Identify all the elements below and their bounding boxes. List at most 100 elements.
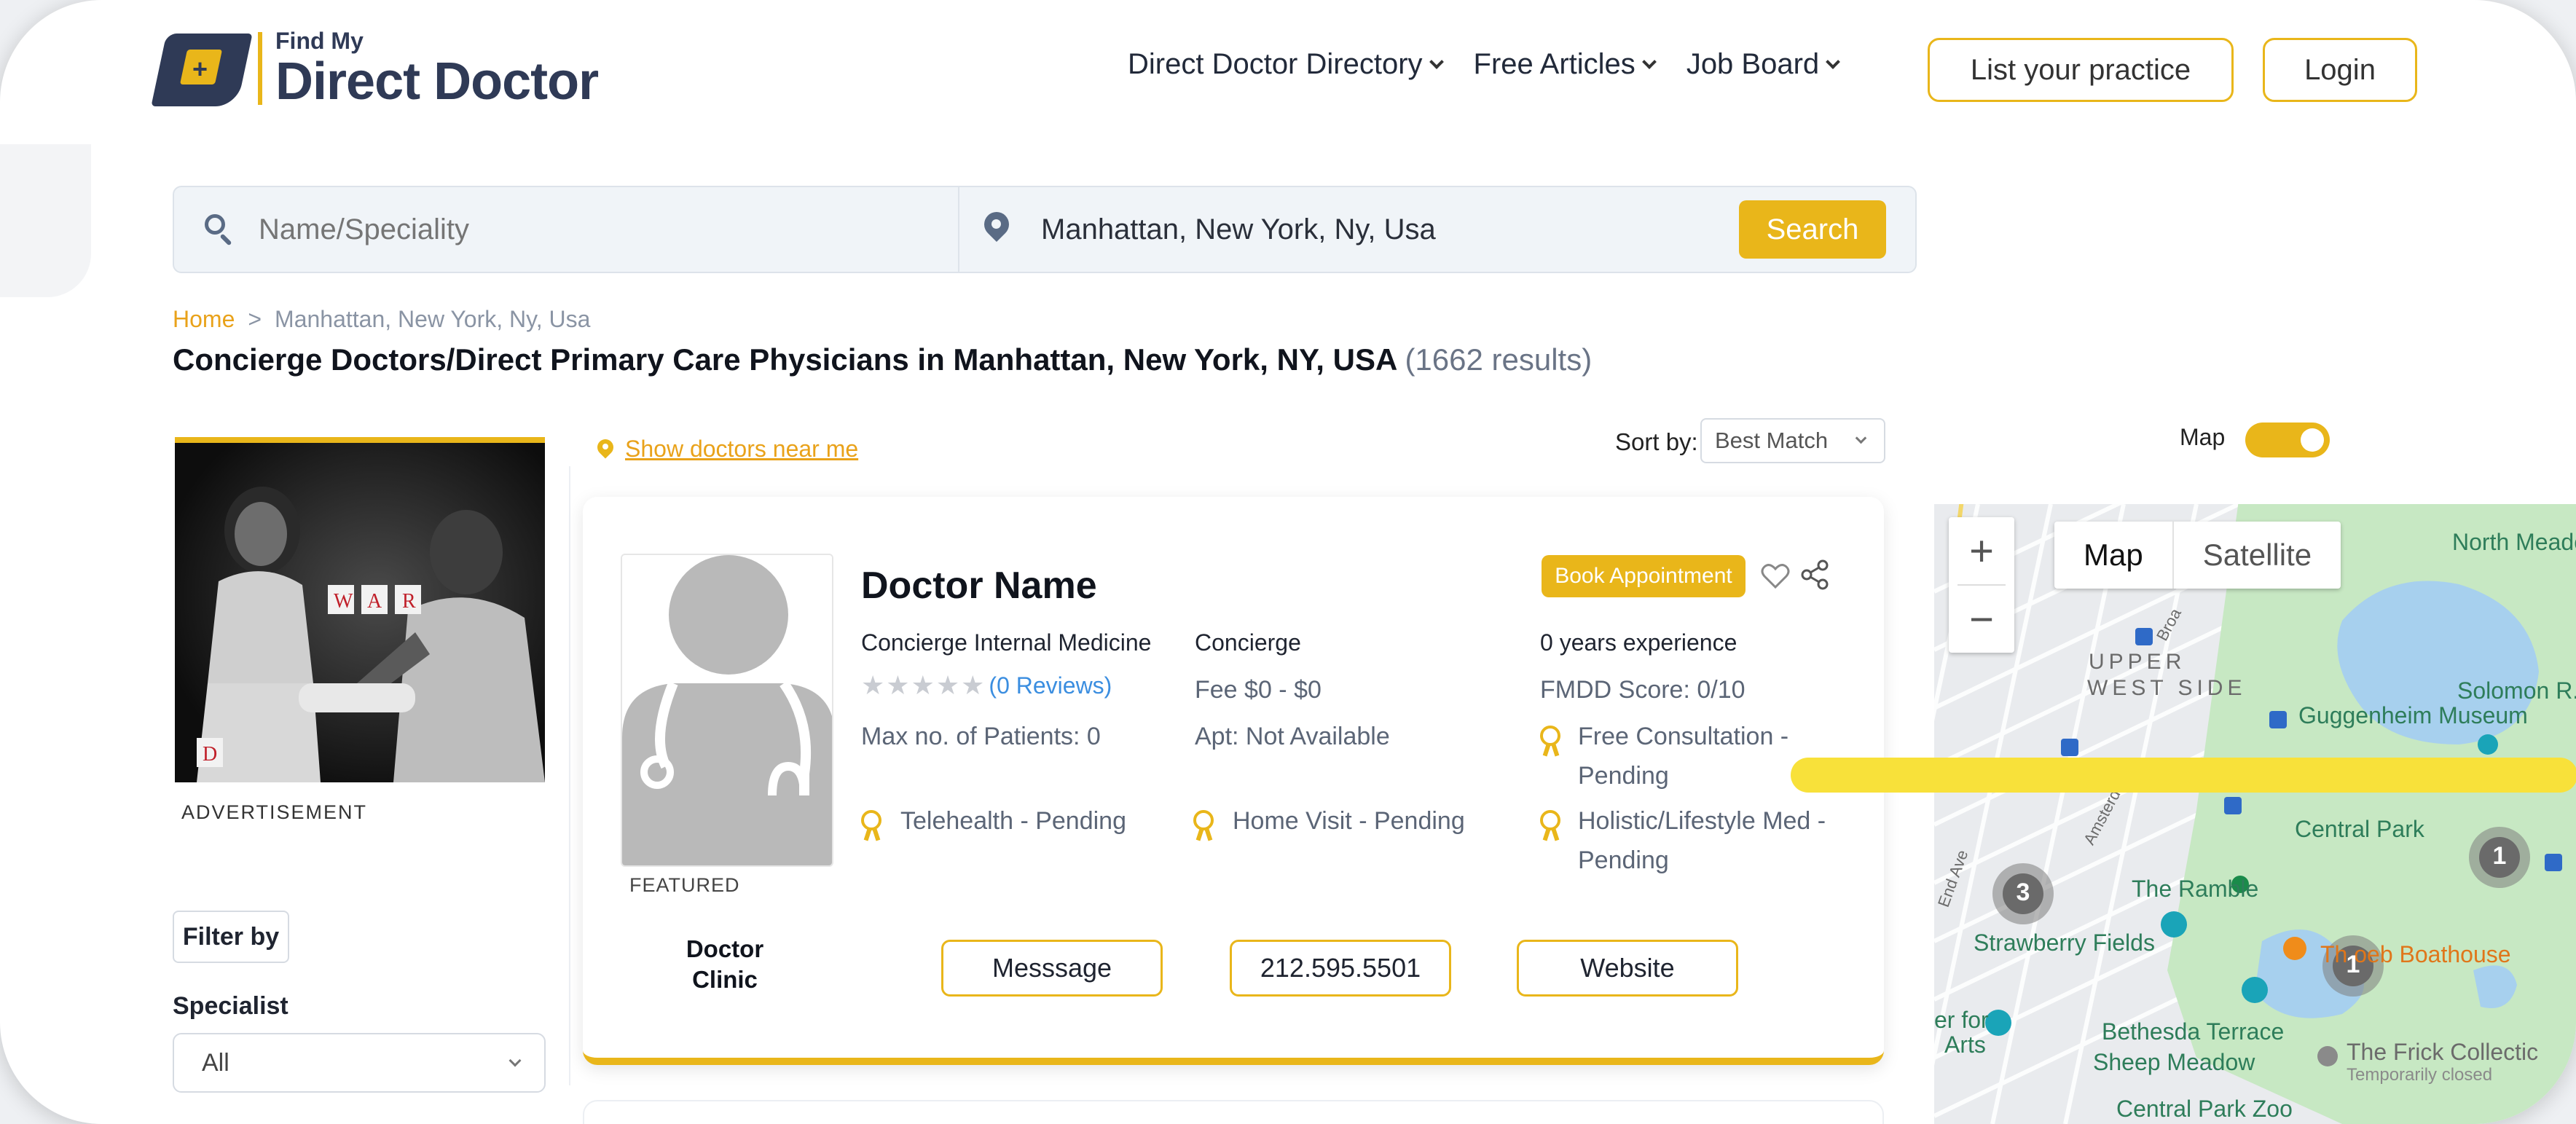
highlight-annotation [1791, 758, 2576, 793]
breadcrumb-home-link[interactable]: Home [173, 306, 235, 333]
sort-value: Best Match [1715, 428, 1829, 453]
doctor-name[interactable]: Doctor Name [861, 564, 1097, 608]
holistic-status: Holistic/Lifestyle Med - [1578, 807, 1826, 835]
reviews-link[interactable]: (0 Reviews) [989, 672, 1112, 699]
map-zoom-controls: + − [1949, 517, 2014, 653]
logo-mark-icon: + [151, 28, 253, 108]
svg-text:D: D [203, 743, 217, 766]
practice-type: Concierge [1195, 629, 1301, 656]
filter-by-heading: Filter by [173, 911, 289, 963]
zoom-in-button[interactable]: + [1949, 517, 2014, 584]
map-label-upper: UPPER [2089, 650, 2186, 674]
home-visit-status: Home Visit - Pending [1233, 807, 1465, 835]
star-icon: ★ [935, 670, 960, 700]
heart-icon[interactable] [1759, 559, 1792, 593]
star-icon: ★ [886, 670, 910, 700]
next-doctor-card [583, 1100, 1884, 1124]
specialist-select[interactable]: All [173, 1033, 546, 1093]
logo-small-text: Find My [275, 28, 364, 54]
award-icon [1192, 809, 1217, 842]
svg-text:W: W [334, 590, 353, 613]
clinic-line-2: Clinic [692, 966, 758, 993]
breadcrumb-current: Manhattan, New York, Ny, Usa [275, 306, 591, 332]
map-toggle-label: Map [2180, 424, 2226, 450]
sort-label: Sort by: [1615, 428, 1698, 455]
book-appointment-button[interactable]: Book Appointment [1542, 555, 1746, 597]
telehealth-status: Telehealth - Pending [900, 807, 1127, 835]
chevron-down-icon [508, 1054, 522, 1067]
background-panel [0, 144, 91, 297]
chevron-down-icon [1855, 432, 1867, 444]
location-pin-icon [594, 435, 617, 461]
nav-item-label: Job Board [1686, 48, 1820, 80]
results-count: (1662 results) [1405, 342, 1593, 377]
name-search-group [174, 187, 959, 272]
location-input[interactable] [1041, 213, 1697, 246]
zoom-out-button[interactable]: − [1949, 586, 2014, 653]
star-icon: ★ [961, 670, 985, 700]
main-nav: Direct Doctor Directory Free Articles Jo… [1128, 48, 1841, 81]
doctor-clinic-label: Doctor Clinic [663, 934, 787, 995]
appointment-availability: Apt: Not Available [1195, 723, 1390, 750]
search-button[interactable]: Search [1739, 200, 1886, 259]
map-label-central-park: Central Park [2295, 816, 2424, 842]
nav-item-label: Free Articles [1473, 48, 1635, 80]
map-label-ramble: The Ramble [2132, 876, 2259, 902]
award-icon [860, 809, 884, 842]
doctor-avatar-placeholder [621, 554, 833, 867]
fee-range: Fee $0 - $0 [1195, 676, 1322, 704]
website-button[interactable]: Website [1517, 940, 1738, 997]
map-label-bethesda: Bethesda Terrace [2102, 1018, 2285, 1045]
list-practice-button[interactable]: List your practice [1928, 38, 2234, 102]
doctor-card: FEATURED Doctor Name Book Appointment Co… [583, 497, 1884, 1065]
nav-item-articles[interactable]: Free Articles [1473, 48, 1657, 81]
nav-item-directory[interactable]: Direct Doctor Directory [1128, 48, 1444, 81]
login-button[interactable]: Login [2263, 38, 2417, 102]
column-divider [569, 466, 570, 1085]
specialist-label: Specialist [173, 992, 288, 1020]
cluster-count[interactable]: 1 [2490, 842, 2509, 870]
message-button[interactable]: Messsage [941, 940, 1163, 997]
logo-text: Find My Direct Doctor [275, 28, 599, 109]
nav-item-jobs[interactable]: Job Board [1686, 48, 1841, 81]
map-view[interactable]: + − Map Satellite North Meadov UPPER WES… [1934, 504, 2576, 1124]
clinic-line-1: Doctor [686, 935, 764, 962]
featured-badge: FEATURED [629, 874, 740, 896]
name-speciality-input[interactable] [259, 213, 914, 246]
page-title-text: Concierge Doctors/Direct Primary Care Ph… [173, 342, 1397, 377]
browser-frame: + Find My Direct Doctor Direct Doctor Di… [0, 0, 2576, 1124]
breadcrumb-separator: > [248, 306, 262, 332]
chevron-down-icon [1429, 54, 1444, 69]
location-pin-icon [978, 206, 1015, 248]
chevron-down-icon [1641, 54, 1657, 69]
map-type-satellite-button[interactable]: Satellite [2174, 522, 2341, 589]
doctor-placeholder-icon [622, 555, 832, 865]
chevron-down-icon [1826, 54, 1841, 69]
location-search-group: Search [959, 187, 1915, 272]
sort-select[interactable]: Best Match [1700, 418, 1885, 463]
near-me-label: Show doctors near me [625, 436, 859, 462]
site-logo[interactable]: + Find My Direct Doctor [151, 28, 599, 109]
advertisement-photo: W A R D [175, 443, 545, 782]
map-label-temporarily-closed: Temporarily closed [2347, 1065, 2493, 1085]
free-consultation-status: Free Consultation - [1578, 723, 1789, 750]
map-label-west-side: WEST SIDE [2087, 676, 2247, 700]
toggle-knob [2301, 428, 2324, 452]
svg-text:R: R [402, 590, 416, 613]
map-type-map-button[interactable]: Map [2054, 522, 2172, 589]
star-icon: ★ [911, 670, 935, 700]
phone-button[interactable]: 212.595.5501 [1230, 940, 1451, 997]
share-icon[interactable] [1798, 558, 1831, 592]
page-title: Concierge Doctors/Direct Primary Care Ph… [173, 342, 1592, 377]
holistic-status-2: Pending [1578, 846, 1669, 874]
search-icon [202, 211, 238, 248]
map-label-frick: The Frick Collectic [2347, 1039, 2539, 1065]
show-doctors-near-me-link[interactable]: Show doctors near me [594, 435, 859, 463]
award-icon [1539, 809, 1563, 842]
cluster-count[interactable]: 3 [2014, 879, 2033, 907]
breadcrumb: Home > Manhattan, New York, Ny, Usa [173, 306, 590, 333]
map-label-zoo: Central Park Zoo [2116, 1096, 2293, 1122]
advertisement-image[interactable]: W A R D [175, 437, 545, 782]
map-toggle[interactable] [2245, 423, 2330, 457]
cluster-count[interactable]: 1 [2344, 951, 2363, 979]
